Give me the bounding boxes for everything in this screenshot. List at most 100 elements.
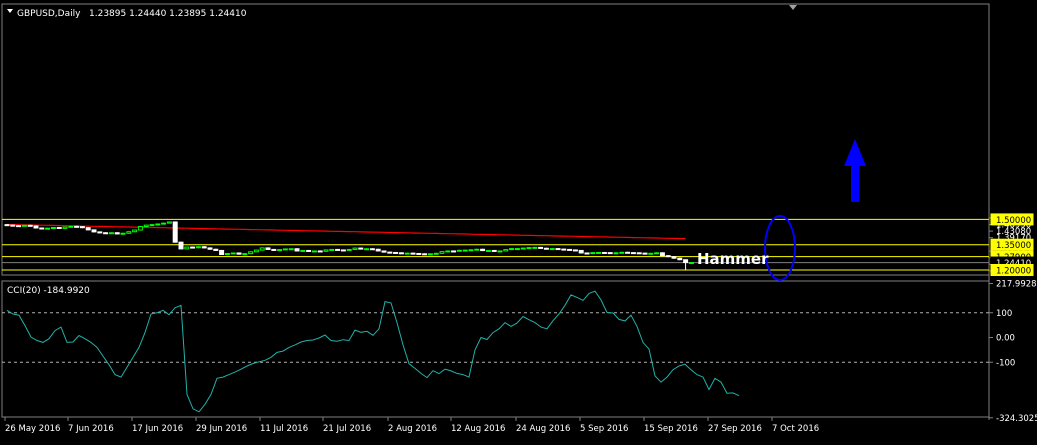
candle-body [509, 248, 515, 251]
level-label: 1.50000 [996, 216, 1031, 226]
candle-body [578, 249, 584, 254]
ohlc-readout: 1.23895 1.24440 1.23895 1.24410 [89, 9, 247, 19]
candle-body [526, 247, 532, 250]
candle-body [381, 250, 387, 253]
date-tick-label: 5 Sep 2016 [580, 424, 628, 434]
cci-axis-ticks: 217.9928 100 0.00 -100 -324.3025 [989, 280, 1037, 424]
candle-body [636, 252, 642, 255]
candle-body [364, 248, 370, 251]
cci-tick-label: -324.3025 [996, 414, 1037, 424]
date-tick-label: 11 Jul 2016 [260, 424, 308, 434]
candle-body [248, 251, 254, 255]
cci-line [6, 290, 740, 413]
cci-tick-label: -100 [996, 358, 1015, 368]
cci-tick-label: 217.9928 [996, 280, 1037, 290]
candle-body [271, 248, 277, 251]
candle-body [132, 229, 138, 233]
candle-body [503, 249, 509, 252]
date-tick-label: 7 Jun 2016 [68, 424, 114, 434]
candle-body [688, 262, 694, 265]
price-level-labels: 1.500001.350001.279001.244101.20000 [990, 213, 1034, 277]
date-tick-label: 2 Aug 2016 [388, 424, 437, 434]
candle-body [39, 227, 45, 230]
candle-body [294, 248, 300, 252]
candle-body [335, 248, 341, 251]
cci-series-line [6, 290, 740, 413]
cci-header: CCI(20) -184.9920 [7, 286, 90, 296]
cci-tick-label: 100 [996, 309, 1012, 319]
candle-body [532, 246, 538, 249]
symbol-label: GBPUSD,Daily [17, 9, 81, 19]
candle-body [317, 250, 323, 253]
candle-body [462, 249, 468, 252]
candle-body [340, 249, 346, 252]
candle-body [311, 250, 317, 253]
up-arrow-icon [844, 139, 866, 202]
candle-body [607, 252, 613, 255]
candle-body [410, 252, 416, 255]
candle-body [514, 248, 520, 251]
chart-window[interactable]: GBPUSD,Daily 1.23895 1.24440 1.23895 1.2… [0, 0, 1037, 441]
moving-average [6, 223, 686, 240]
candle-body [619, 251, 625, 254]
candle-body [161, 222, 167, 225]
dropdown-triangle-icon[interactable] [7, 9, 13, 13]
moving-average-line [6, 223, 686, 240]
candle-body [74, 225, 80, 228]
chart-canvas[interactable]: GBPUSD,Daily 1.23895 1.24440 1.23895 1.2… [0, 0, 1037, 441]
candle-body [683, 259, 689, 264]
candle-body [416, 252, 422, 255]
candle-body [242, 253, 248, 256]
candle-body [85, 227, 91, 231]
indicator-panel-frame [1, 280, 990, 418]
candle-body [439, 251, 445, 254]
candle-body [648, 252, 654, 255]
candle-body [300, 249, 306, 252]
candle-body [155, 223, 161, 226]
candle-body [68, 225, 74, 228]
candle-body [590, 252, 596, 255]
candle-body [45, 227, 51, 230]
candle-body [375, 248, 381, 252]
date-tick-label: 24 Aug 2016 [516, 424, 570, 434]
candle-body [4, 224, 10, 227]
candle-body [346, 248, 352, 251]
candle-body [497, 250, 503, 253]
candle-body [114, 232, 120, 235]
candle-body [143, 224, 149, 228]
candle-body [561, 248, 567, 251]
candle-body [259, 247, 265, 251]
cci-tick-label: 0.00 [996, 334, 1015, 344]
candle-body [323, 249, 329, 252]
candle-body [120, 232, 126, 235]
candle-body [91, 229, 97, 233]
shift-marker-icon[interactable] [789, 5, 797, 10]
date-tick-label: 15 Sep 2016 [644, 424, 698, 434]
hammer-annotation: Hammer [697, 250, 769, 268]
candle-body [10, 224, 16, 227]
candle-body [625, 251, 631, 254]
candle-body [195, 246, 201, 249]
candle-body [62, 226, 68, 229]
candle-body [671, 256, 677, 259]
candle-body [352, 247, 358, 250]
date-tick-label: 21 Jul 2016 [323, 424, 371, 434]
candle-body [601, 251, 607, 254]
candle-body [555, 248, 561, 251]
candle-body [538, 246, 544, 249]
candle-body [230, 252, 236, 255]
candle-body [480, 248, 486, 252]
candle-body [56, 227, 62, 230]
candle-body [149, 224, 155, 227]
candle-body [369, 248, 375, 251]
candle-body [549, 248, 555, 251]
candle-body [387, 251, 393, 254]
date-tick-label: 27 Sep 2016 [708, 424, 762, 434]
candle-body [108, 232, 114, 235]
candle-body [201, 246, 207, 249]
candle-body [393, 251, 399, 254]
candle-body [456, 249, 462, 252]
candle-body [253, 249, 259, 253]
candle-body [219, 249, 225, 255]
candle-body [282, 248, 288, 251]
